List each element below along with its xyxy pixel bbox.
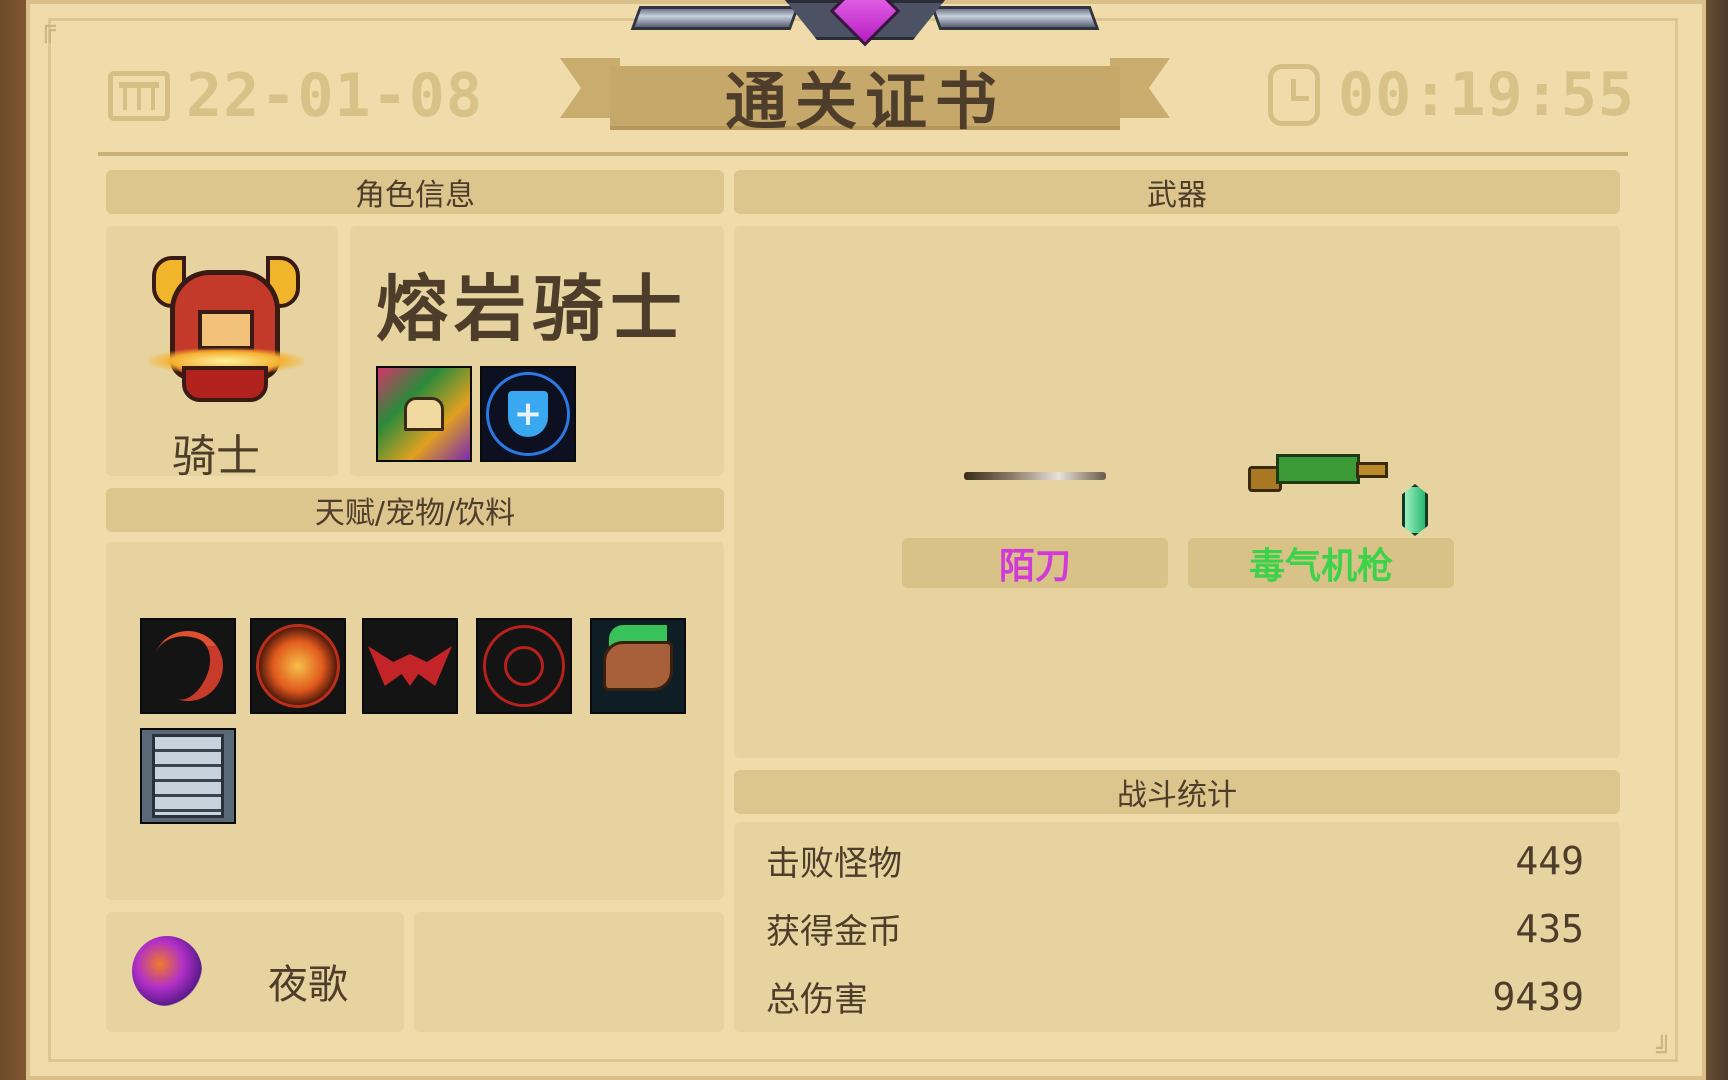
stats-section-header: 战斗统计 [734, 770, 1620, 814]
purple-bird-icon [132, 936, 202, 1006]
face [198, 310, 254, 350]
wizard-hat-icon[interactable] [376, 366, 472, 462]
crosshair-inner [504, 646, 544, 686]
shield-ring: + [486, 372, 570, 456]
weapons-panel [734, 226, 1620, 758]
weapons-section-header: 武器 [734, 170, 1620, 214]
calendar-icon [108, 71, 170, 121]
clipboard-icon[interactable] [140, 728, 236, 824]
stat-value: 449 [1515, 838, 1584, 883]
arm-shape [603, 641, 673, 691]
crest-left-wing [630, 6, 800, 30]
crescent-shape [143, 621, 233, 711]
hero-name: 熔岩骑士 [376, 267, 689, 351]
ribbon-band: 通关证书 [610, 65, 1120, 138]
character-section-header: 角色信息 [106, 170, 724, 214]
gun-barrel [1356, 462, 1388, 478]
toxic-gun-icon [1248, 450, 1388, 494]
stat-label: 击败怪物 [766, 844, 902, 884]
stat-row: 总伤害 9439 [766, 972, 1584, 1021]
fire-circle [256, 624, 340, 708]
class-name: 骑士 [172, 431, 260, 482]
drink-panel [414, 912, 724, 1032]
pet-name: 夜歌 [268, 962, 348, 1008]
bat-shape [368, 646, 452, 686]
stat-label: 总伤害 [766, 980, 868, 1020]
stat-value: 9439 [1492, 974, 1584, 1019]
corner-ornament-icon: ╝ [1656, 1036, 1672, 1066]
crest-right-wing [930, 6, 1100, 30]
green-arm-icon[interactable] [590, 618, 686, 714]
gun-body [1276, 454, 1360, 484]
crosshair-icon[interactable] [476, 618, 572, 714]
weapon-label-2: 毒气机枪 [1188, 538, 1454, 588]
cross-glyph: + [508, 391, 548, 437]
crosshair-outer [483, 625, 565, 707]
talents-panel [106, 542, 724, 900]
clock-icon [1268, 64, 1320, 126]
talents-section-title: 天赋/宠物/饮料 [314, 496, 516, 531]
talents-section-header: 天赋/宠物/饮料 [106, 488, 724, 532]
date-value: 22-01-08 [186, 61, 483, 131]
armor-body [182, 366, 268, 402]
long-blade-icon [964, 472, 1106, 480]
title-ribbon: 通关证书 [560, 56, 1170, 138]
bat-icon[interactable] [362, 618, 458, 714]
fire-swirl-icon[interactable] [250, 618, 346, 714]
weapons-section-title: 武器 [1147, 178, 1207, 213]
shield-cross-icon[interactable]: + [480, 366, 576, 462]
stats-section-title: 战斗统计 [1117, 778, 1237, 813]
page-title: 通关证书 [724, 65, 1005, 138]
stat-row: 击败怪物 449 [766, 836, 1584, 885]
clipboard-sheet [152, 734, 224, 818]
weapon-name-1: 陌刀 [998, 546, 1071, 587]
crescent-blade-icon[interactable] [140, 618, 236, 714]
clear-time: 00:19:55 [1268, 60, 1635, 130]
hat-shape [404, 397, 444, 431]
clear-date: 22-01-08 [108, 61, 483, 131]
gem-crest-emblem [630, 0, 1100, 58]
stat-label: 获得金币 [766, 912, 902, 952]
stat-row: 获得金币 435 [766, 904, 1584, 953]
header-divider [98, 152, 1628, 156]
weapon-label-1: 陌刀 [902, 538, 1168, 588]
stat-value: 435 [1515, 906, 1584, 951]
weapon-name-2: 毒气机枪 [1248, 546, 1393, 587]
lava-knight-portrait [148, 252, 304, 412]
character-section-title: 角色信息 [355, 178, 475, 213]
time-value: 00:19:55 [1338, 60, 1635, 130]
green-crystal-icon [1402, 484, 1428, 536]
corner-ornament-icon: ╔ [40, 14, 56, 44]
